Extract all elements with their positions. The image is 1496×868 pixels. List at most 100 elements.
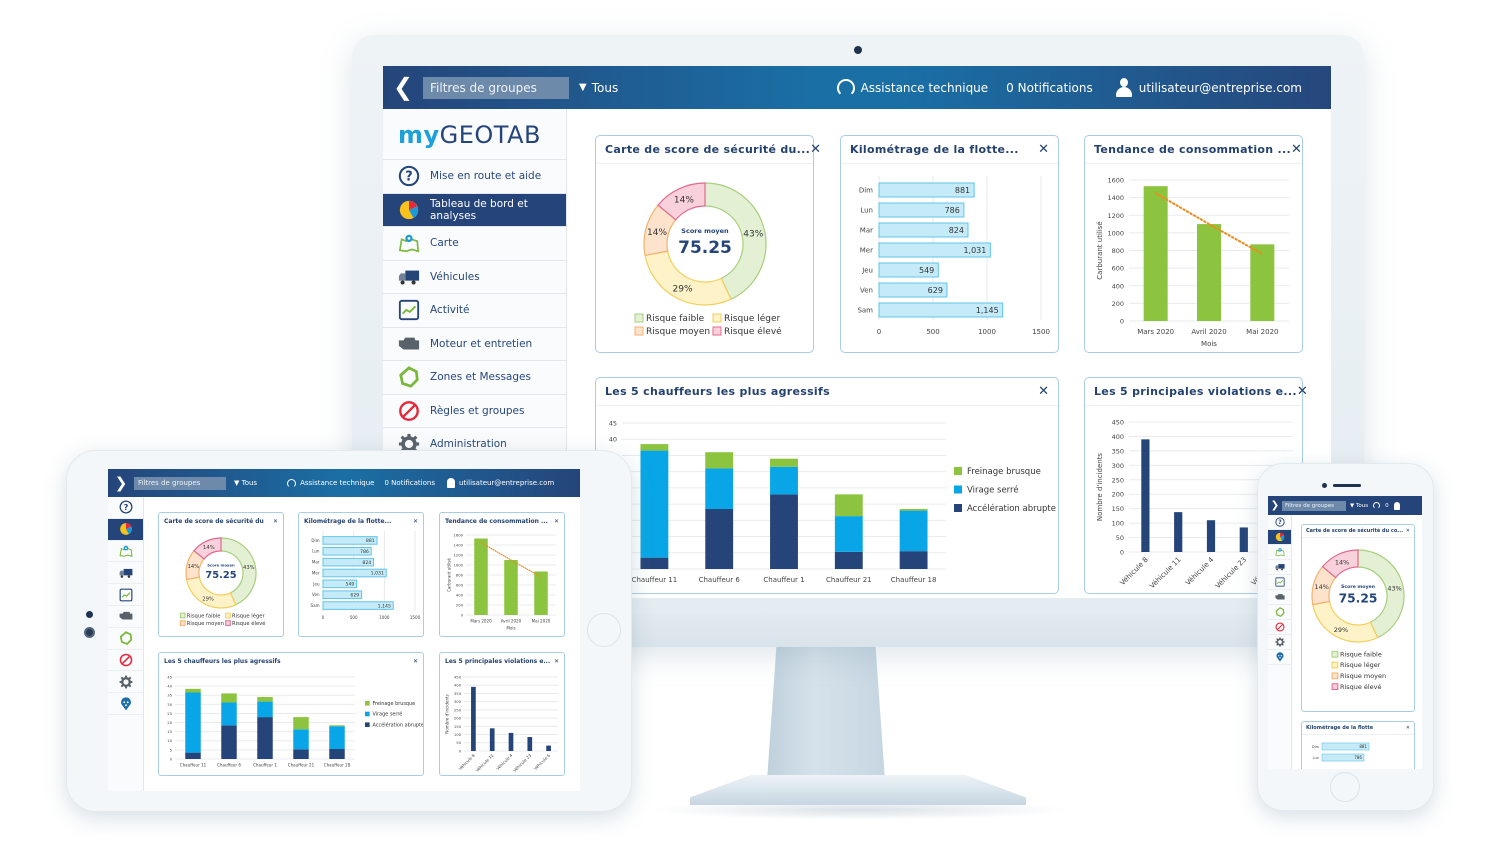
group-filter-input[interactable]: Filtres de groupes xyxy=(134,476,226,490)
close-icon[interactable]: ✕ xyxy=(1297,384,1308,399)
sidebar-item-activity-chart[interactable]: Activité xyxy=(383,294,566,328)
sidebar-item-marketplace-pin[interactable] xyxy=(108,693,143,715)
sidebar-item-marketplace-pin[interactable] xyxy=(1268,650,1291,665)
sidebar-item-activity-chart[interactable] xyxy=(1268,575,1291,590)
sidebar-item-zone[interactable] xyxy=(1268,605,1291,620)
y-tick-label: 200 xyxy=(1112,300,1124,308)
user-menu[interactable]: utilisateur@entreprise.com xyxy=(1115,77,1302,98)
chevron-right-icon[interactable]: ❯ xyxy=(1268,500,1282,511)
sidebar-item-map[interactable] xyxy=(108,541,143,563)
close-icon[interactable]: ✕ xyxy=(1406,725,1410,731)
user-icon[interactable] xyxy=(1393,501,1400,510)
y-category-label: Dim xyxy=(1312,745,1320,749)
svg-text:?: ? xyxy=(123,502,128,512)
sidebar-item-engine[interactable] xyxy=(1268,590,1291,605)
activity-chart-icon xyxy=(1274,577,1285,587)
notifications-link[interactable]: 0 Notifications xyxy=(385,479,436,487)
aggressive-drivers-card: Les 5 chauffeurs les plus agressifs ✕ 0 5 1… xyxy=(158,652,424,776)
sidebar-item-truck[interactable] xyxy=(108,562,143,585)
bar-segment xyxy=(329,726,345,749)
group-filter-input[interactable]: Filtres de groupes xyxy=(423,76,569,99)
scope-dropdown[interactable]: ▼ Tous xyxy=(579,81,618,95)
close-icon[interactable]: ✕ xyxy=(1291,142,1302,157)
sidebar-item-map[interactable]: Carte xyxy=(383,227,566,261)
sidebar-item-zone[interactable] xyxy=(108,628,143,650)
safety-donut-chart: 43% 29% 14% 14% Score moyen 75.25 Risque faibl… xyxy=(179,537,265,627)
tablet-screen: ❯ Filtres de groupes ▼ Tous Assistance t… xyxy=(108,469,580,791)
y-tick-label: 15 xyxy=(167,730,172,734)
notifications-link[interactable]: 0 Notifications xyxy=(1006,81,1093,95)
close-icon[interactable]: ✕ xyxy=(1038,384,1049,399)
legend-label: Risque moyen xyxy=(187,621,224,627)
scope-label: Tous xyxy=(241,479,258,487)
scope-label: Tous xyxy=(591,80,619,95)
notification-count[interactable]: 0 xyxy=(1385,503,1389,509)
dashboard-content: Carte de score de sécurité du... ✕ 43% 29%… xyxy=(567,109,1331,598)
dashboard-pie-icon xyxy=(398,199,420,221)
card-title: Les 5 chauffeurs les plus agressifs xyxy=(164,657,281,665)
scope-dropdown[interactable]: ▼ Tous xyxy=(234,479,257,487)
x-category-label: Véhicule 11 xyxy=(475,753,495,773)
bar-segment xyxy=(705,452,734,469)
x-tick-label: 1500 xyxy=(410,615,421,620)
bar xyxy=(546,745,551,751)
svg-text:?: ? xyxy=(405,170,412,185)
support-link[interactable]: Assistance technique xyxy=(287,478,375,488)
x-axis-title: Mois xyxy=(1201,340,1217,348)
violations-bar-chart: 050100150200250300350400450Véhicule 8Véh… xyxy=(444,675,558,773)
scope-dropdown[interactable]: ▼ Tous xyxy=(1350,503,1368,509)
chevron-right-icon[interactable]: ❯ xyxy=(108,474,134,492)
sidebar-item-rules[interactable] xyxy=(108,650,143,672)
sidebar-item-activity-chart[interactable] xyxy=(108,584,143,606)
group-filter-input[interactable]: Filtres de groupes xyxy=(1282,500,1346,511)
engine-icon xyxy=(398,333,420,355)
y-tick-label: 0 xyxy=(170,757,173,761)
close-icon[interactable]: ✕ xyxy=(1038,142,1049,157)
close-icon[interactable]: ✕ xyxy=(273,518,278,525)
sidebar-item-engine[interactable]: Moteur et entretien xyxy=(383,328,566,361)
y-category-label: Mar xyxy=(312,560,320,565)
mygeotab-logo[interactable]: myGEOTAB xyxy=(383,109,566,160)
close-icon[interactable]: ✕ xyxy=(413,518,418,525)
x-category-label: Chauffeur 1 xyxy=(763,576,804,584)
y-tick-label: 200 xyxy=(1112,491,1124,499)
phone-home-button xyxy=(1330,772,1360,802)
sidebar-item-truck[interactable] xyxy=(1268,560,1291,575)
sidebar-item-map[interactable] xyxy=(1268,545,1291,560)
chevron-left-icon[interactable]: ❮ xyxy=(383,66,423,109)
close-icon[interactable]: ✕ xyxy=(810,142,821,157)
close-icon[interactable]: ✕ xyxy=(413,658,418,665)
user-menu[interactable]: utilisateur@entreprise.com xyxy=(447,478,554,488)
sidebar-item-gear[interactable] xyxy=(108,671,143,694)
sidebar-item-dashboard-pie[interactable] xyxy=(108,518,143,541)
close-icon[interactable]: ✕ xyxy=(554,518,559,525)
headset-icon[interactable] xyxy=(1373,502,1381,509)
sidebar-item-label: Activité xyxy=(430,304,470,317)
sidebar-item-truck[interactable]: Véhicules xyxy=(383,261,566,294)
sidebar-item-help[interactable]: ? xyxy=(1268,515,1291,530)
mileage-card: Kilométrage de la flotte... ✕ 0 500 1000 150… xyxy=(840,135,1059,353)
y-tick-label: 1600 xyxy=(454,533,464,537)
close-icon[interactable]: ✕ xyxy=(554,658,559,665)
sidebar-item-gear[interactable] xyxy=(1268,635,1291,650)
close-icon[interactable]: ✕ xyxy=(1406,528,1410,534)
sidebar-item-label: Administration xyxy=(430,438,507,451)
scope-label: Tous xyxy=(1355,502,1369,509)
sidebar-item-help[interactable]: ? Mise en route et aide xyxy=(383,160,566,194)
legend-label: Risque moyen xyxy=(646,327,710,337)
bar xyxy=(1250,244,1275,321)
y-axis-title: Nombre d'incidents xyxy=(1096,453,1104,522)
sidebar-item-dashboard-pie[interactable] xyxy=(1268,530,1291,545)
x-tick-label: 0 xyxy=(322,615,325,620)
sidebar-item-rules[interactable] xyxy=(1268,620,1291,635)
sidebar-item-help[interactable]: ? xyxy=(108,497,143,519)
sidebar-item-rules[interactable]: Règles et groupes xyxy=(383,395,566,428)
support-link[interactable]: Assistance technique xyxy=(836,78,988,97)
card-title: Tendance de consommation ... xyxy=(1094,143,1291,156)
zone-icon xyxy=(398,366,420,388)
sidebar-item-engine[interactable] xyxy=(108,606,143,628)
sidebar-item-zone[interactable]: Zones et Messages xyxy=(383,361,566,395)
sidebar-item-dashboard-pie[interactable]: Tableau de bord et analyses xyxy=(383,193,566,227)
bar-segment xyxy=(899,551,928,569)
truck-icon xyxy=(398,266,420,288)
